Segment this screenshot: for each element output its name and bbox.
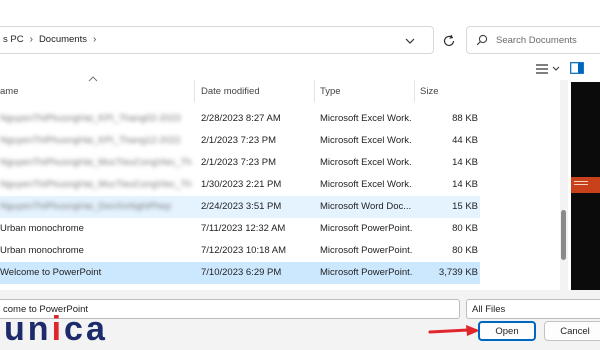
preview-pane [571, 82, 600, 290]
file-row[interactable]: NguyenThiPhuongHai_KPI_Thang02-2023 2/28/… [0, 108, 480, 130]
file-row[interactable]: NguyenThiPhuongHai_MucTieuCongViec_Thang… [0, 152, 480, 174]
file-row[interactable]: NguyenThiPhuongHai_DonXinNghiPhep 2/24/20… [0, 196, 480, 218]
file-date: 2/28/2023 8:27 AM [201, 113, 281, 124]
chevron-right-icon[interactable]: › [93, 34, 96, 45]
address-bar-row: s PC › Documents › Search Documents [0, 0, 600, 80]
search-icon [476, 34, 488, 46]
logo-letter: c [64, 310, 86, 348]
file-size: 14 KB [452, 179, 478, 190]
view-options-icon[interactable] [532, 60, 552, 78]
file-size: 80 KB [452, 223, 478, 234]
file-size: 80 KB [452, 245, 478, 256]
breadcrumb: s PC › Documents › [3, 34, 96, 45]
search-input[interactable]: Search Documents [496, 35, 577, 46]
logo-letter: n [27, 310, 52, 348]
logo-letter: i [51, 310, 65, 348]
sort-up-icon [88, 76, 98, 82]
file-date: 2/24/2023 3:51 PM [201, 201, 282, 212]
file-list: ame Date modified Type Size NguyenThiPhu… [0, 76, 560, 290]
file-date: 7/10/2023 6:29 PM [201, 267, 282, 278]
file-size: 3,739 KB [438, 267, 478, 278]
file-row[interactable]: NguyenThiPhuongHai_MucTieuCongViec_Thang… [0, 174, 480, 196]
file-size: 88 KB [452, 113, 478, 124]
logo-letter: a [85, 310, 108, 348]
file-type: Microsoft PowerPoint... [320, 223, 412, 234]
file-name: NguyenThiPhuongHai_MucTieuCongViec_Thang… [0, 157, 192, 168]
file-date: 1/30/2023 2:21 PM [201, 179, 282, 190]
logo-text: unica [4, 312, 108, 346]
file-type: Microsoft Excel Work... [320, 179, 412, 190]
chevron-down-icon[interactable] [552, 66, 560, 72]
file-date: 2/1/2023 7:23 PM [201, 135, 276, 146]
open-button[interactable]: Open [478, 321, 536, 341]
file-name: NguyenThiPhuongHai_MucTieuCongViec_Thang… [0, 179, 192, 190]
file-type: Microsoft Word Doc... [320, 201, 412, 212]
file-name: NguyenThiPhuongHai_KPI_Thang02-2023 [0, 113, 181, 124]
file-name: Urban monochrome [0, 245, 84, 256]
file-type-select[interactable]: All Files [466, 299, 600, 319]
column-header-type[interactable]: Type [315, 80, 415, 102]
file-name: NguyenThiPhuongHai_KPI_Thang12-2022 [0, 135, 181, 146]
unica-logo: unica [4, 310, 108, 348]
breadcrumb-documents[interactable]: Documents [39, 34, 87, 45]
chevron-down-icon[interactable] [403, 35, 417, 47]
file-name: Welcome to PowerPoint [0, 267, 102, 278]
scrollbar-thumb[interactable] [561, 210, 566, 260]
cancel-button[interactable]: Cancel [544, 321, 600, 341]
file-date: 7/11/2023 12:32 AM [201, 223, 286, 234]
file-size: 44 KB [452, 135, 478, 146]
file-type: Microsoft PowerPoint... [320, 245, 412, 256]
preview-pane-icon[interactable] [570, 62, 584, 74]
file-row[interactable]: Urban monochrome 7/11/2023 12:32 AM Micros… [0, 218, 480, 240]
vertical-scrollbar[interactable] [560, 80, 568, 290]
file-name: NguyenThiPhuongHai_DonXinNghiPhep [0, 201, 172, 212]
breadcrumb-this-pc[interactable]: s PC [3, 34, 24, 45]
file-date: 2/1/2023 7:23 PM [201, 157, 276, 168]
column-header-size[interactable]: Size [415, 80, 480, 102]
slide-preview [571, 177, 600, 193]
file-type-value: All Files [472, 304, 506, 315]
file-row[interactable]: Urban monochrome 7/12/2023 10:18 AM Micros… [0, 240, 480, 262]
file-row[interactable]: NguyenThiPhuongHai_KPI_Thang12-2022 2/1/2… [0, 130, 480, 152]
logo-letter: u [4, 310, 28, 348]
file-type: Microsoft PowerPoint... [320, 267, 412, 278]
refresh-icon[interactable] [441, 33, 457, 49]
column-header-date[interactable]: Date modified [196, 80, 315, 102]
file-type: Microsoft Excel Work... [320, 113, 412, 124]
file-type: Microsoft Excel Work... [320, 135, 412, 146]
file-date: 7/12/2023 10:18 AM [201, 245, 287, 256]
file-name: Urban monochrome [0, 223, 84, 234]
file-size: 15 KB [452, 201, 478, 212]
address-bar[interactable]: s PC › Documents › [0, 26, 434, 54]
column-header-name[interactable]: ame [0, 76, 195, 102]
slide-text-lines [574, 181, 588, 182]
file-type: Microsoft Excel Work... [320, 157, 412, 168]
red-arrow-icon [428, 325, 480, 336]
file-row[interactable]: Welcome to PowerPoint 7/10/2023 6:29 PM Mi… [0, 262, 480, 284]
search-box[interactable]: Search Documents [466, 26, 600, 54]
file-size: 14 KB [452, 157, 478, 168]
chevron-right-icon[interactable]: › [30, 34, 33, 45]
